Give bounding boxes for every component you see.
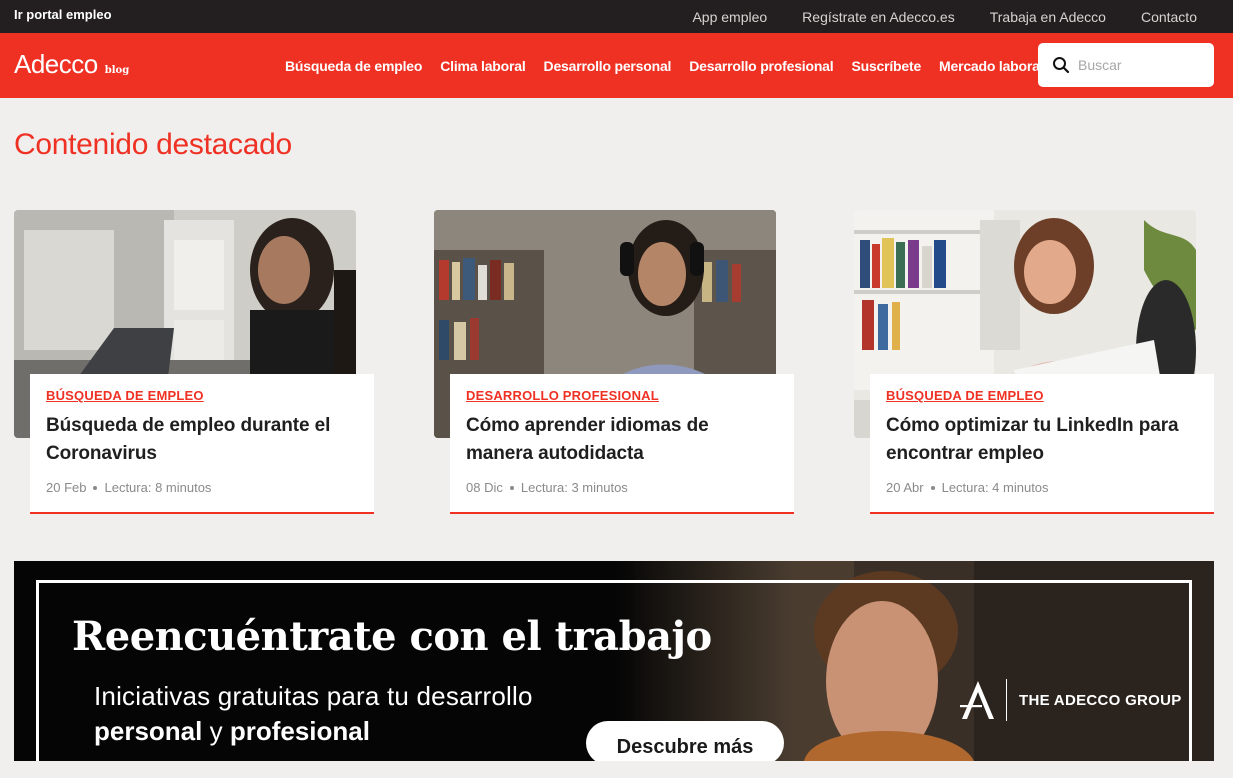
work-at-adecco-link[interactable]: Trabaja en Adecco [990, 9, 1106, 25]
banner-headline: Reencuéntrate con el trabajo [72, 613, 712, 660]
meta-separator [509, 485, 514, 490]
register-link[interactable]: Regístrate en Adecco.es [802, 9, 955, 25]
card-reading-time: Lectura: 3 minutos [520, 480, 628, 495]
featured-card[interactable]: Búsqueda de empleo Búsqueda de empleo du… [14, 210, 374, 514]
page-title: Contenido destacado [14, 128, 292, 161]
card-reading-time: Lectura: 4 minutos [941, 480, 1049, 495]
main-navigation: Adecco blog Búsqueda de empleo Clima lab… [0, 33, 1233, 98]
search-input[interactable] [1078, 57, 1208, 73]
card-info: Desarrollo profesional Cómo aprender idi… [450, 374, 794, 514]
card-meta: 20 Feb Lectura: 8 minutos [46, 480, 211, 495]
menu-clima-laboral[interactable]: Clima laboral [440, 58, 526, 74]
group-name: THE ADECCO GROUP [1019, 691, 1182, 709]
search-icon[interactable] [1052, 56, 1070, 74]
menu-suscribete[interactable]: Suscríbete [851, 58, 921, 74]
category-menu: Búsqueda de empleo Clima laboral Desarro… [285, 33, 1044, 98]
logo-sub: blog [104, 65, 130, 76]
adecco-blog-logo[interactable]: Adecco blog [14, 49, 129, 79]
logo-brand: Adecco [14, 49, 98, 79]
meta-separator [930, 485, 935, 490]
card-date: 08 Dic [466, 480, 503, 495]
menu-busqueda-empleo[interactable]: Búsqueda de empleo [285, 58, 422, 74]
promo-banner[interactable]: Reencuéntrate con el trabajo Iniciativas… [14, 561, 1214, 761]
card-info: Búsqueda de empleo Búsqueda de empleo du… [30, 374, 374, 514]
adecco-group-logo: THE ADECCO GROUP [958, 679, 1182, 721]
card-meta: 08 Dic Lectura: 3 minutos [466, 480, 628, 495]
featured-card[interactable]: Desarrollo profesional Cómo aprender idi… [434, 210, 794, 514]
top-utility-bar: Ir portal empleo App empleo Regístrate e… [0, 0, 1233, 33]
contact-link[interactable]: Contacto [1141, 9, 1197, 25]
card-category[interactable]: Búsqueda de empleo [46, 388, 358, 403]
banner-word-profesional: profesional [229, 716, 370, 746]
banner-subline-2: personal y profesional [94, 716, 370, 747]
card-category[interactable]: Desarrollo profesional [466, 388, 778, 403]
card-title[interactable]: Cómo optimizar tu LinkedIn para encontra… [886, 412, 1198, 468]
adecco-group-a-icon [960, 681, 994, 719]
card-date: 20 Feb [46, 480, 87, 495]
utility-links: App empleo Regístrate en Adecco.es Traba… [692, 0, 1197, 33]
app-empleo-link[interactable]: App empleo [692, 9, 767, 25]
banner-subline: Iniciativas gratuitas para tu desarrollo [94, 681, 533, 711]
menu-mercado-laboral[interactable]: Mercado laboral [939, 58, 1044, 74]
menu-desarrollo-profesional[interactable]: Desarrollo profesional [689, 58, 833, 74]
logo-divider [1006, 679, 1007, 721]
portal-empleo-link[interactable]: Ir portal empleo [14, 7, 112, 22]
card-meta: 20 Abr Lectura: 4 minutos [886, 480, 1049, 495]
card-info: Búsqueda de empleo Cómo optimizar tu Lin… [870, 374, 1214, 514]
card-title[interactable]: Búsqueda de empleo durante el Coronaviru… [46, 412, 358, 468]
banner-word-connector: y [202, 716, 230, 746]
card-date: 20 Abr [886, 480, 924, 495]
meta-separator [93, 485, 98, 490]
card-reading-time: Lectura: 8 minutos [104, 480, 212, 495]
discover-more-button[interactable]: Descubre más [586, 721, 784, 761]
banner-word-personal: personal [94, 716, 203, 746]
search-box[interactable] [1038, 43, 1214, 87]
menu-desarrollo-personal[interactable]: Desarrollo personal [544, 58, 672, 74]
featured-card[interactable]: Búsqueda de empleo Cómo optimizar tu Lin… [854, 210, 1214, 514]
card-title[interactable]: Cómo aprender idiomas de manera autodida… [466, 412, 778, 468]
card-category[interactable]: Búsqueda de empleo [886, 388, 1198, 403]
